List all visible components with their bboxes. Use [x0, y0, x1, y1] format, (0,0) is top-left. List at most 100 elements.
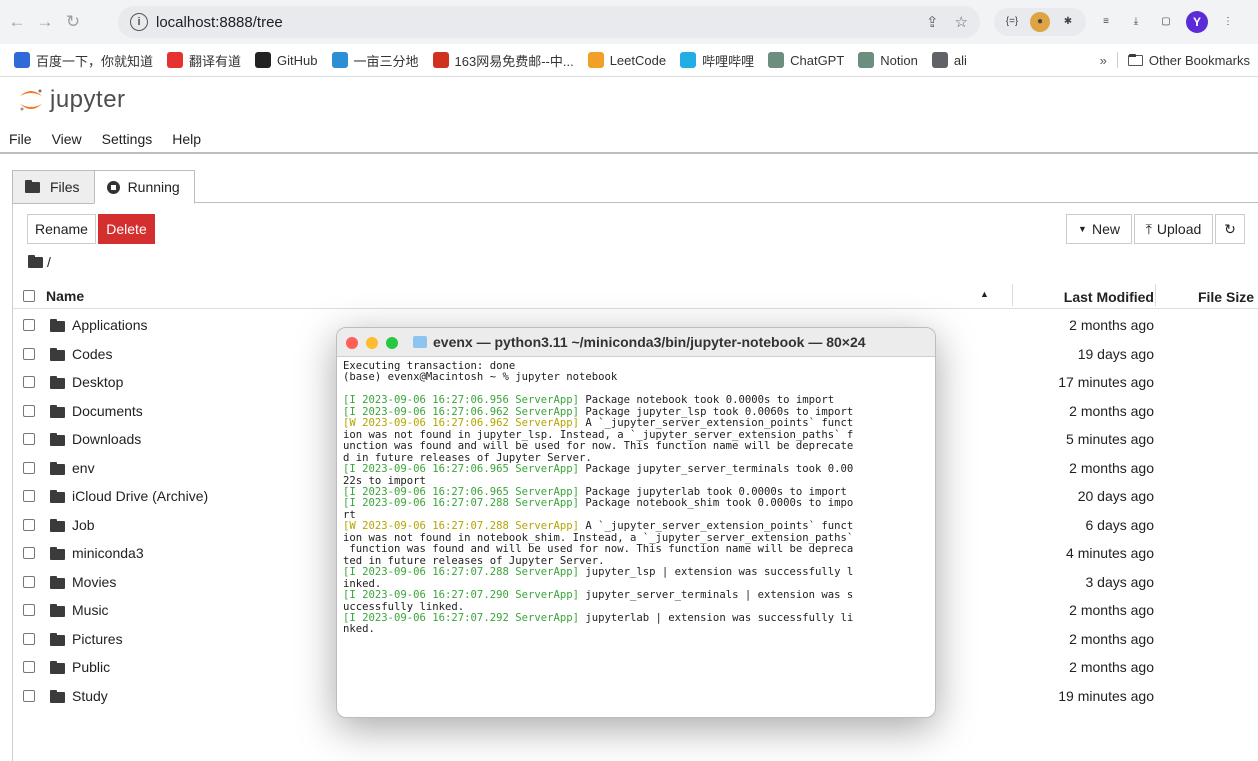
tab-files[interactable]: Files: [12, 170, 95, 204]
row-checkbox[interactable]: [23, 689, 35, 702]
row-checkbox[interactable]: [23, 347, 35, 360]
close-window-icon[interactable]: [346, 337, 358, 349]
share-icon[interactable]: ⇪: [926, 13, 939, 31]
log-prefix: [I 2023-09-06 16:27:07.288 ServerApp]: [343, 497, 579, 510]
file-name-link[interactable]: Applications: [72, 317, 148, 333]
delete-button[interactable]: Delete: [98, 214, 155, 244]
address-bar[interactable]: i localhost:8888/tree ⇪ ☆: [118, 6, 980, 38]
sort-ascending-icon[interactable]: ▲: [980, 289, 989, 299]
file-name-link[interactable]: miniconda3: [72, 545, 144, 561]
refresh-button[interactable]: ↻: [1215, 214, 1245, 244]
menu-file[interactable]: File: [9, 131, 32, 147]
download-icon[interactable]: ⤓: [1126, 12, 1146, 32]
column-file-size[interactable]: File Size: [1198, 289, 1254, 305]
column-last-modified[interactable]: Last Modified: [1064, 289, 1154, 305]
file-name-link[interactable]: iCloud Drive (Archive): [72, 488, 208, 504]
jupyter-logo[interactable]: jupyter: [18, 86, 126, 114]
file-name-link[interactable]: Public: [72, 659, 110, 675]
cookie-extension-icon[interactable]: ●: [1030, 12, 1050, 32]
home-folder-icon[interactable]: [28, 254, 43, 268]
back-icon[interactable]: ←: [6, 12, 28, 32]
folder-icon: [50, 547, 65, 560]
bookmark-label: LeetCode: [609, 52, 667, 68]
row-checkbox[interactable]: [23, 575, 35, 588]
file-name-link[interactable]: Study: [72, 688, 108, 704]
forward-icon[interactable]: →: [34, 12, 56, 32]
sidepanel-icon[interactable]: ▢: [1156, 12, 1176, 32]
last-modified: 4 minutes ago: [1066, 545, 1154, 561]
refresh-icon: ↻: [1224, 220, 1236, 237]
terminal-output[interactable]: Executing transaction: done (base) evenx@…: [337, 357, 935, 636]
row-checkbox[interactable]: [23, 490, 35, 502]
menu-help[interactable]: Help: [172, 131, 201, 147]
log-prefix: [I 2023-09-06 16:27:07.288 ServerApp]: [343, 566, 579, 579]
upload-button[interactable]: ⤒ Upload: [1134, 214, 1213, 244]
log-prefix: [I 2023-09-06 16:27:06.962 ServerApp]: [343, 405, 579, 418]
rename-button[interactable]: Rename: [27, 214, 96, 244]
baidu-icon: [14, 52, 30, 68]
select-all-checkbox[interactable]: [23, 290, 35, 302]
bookmark-label: 翻译有道: [189, 53, 242, 69]
caret-down-icon: ▼: [1078, 224, 1087, 234]
row-checkbox[interactable]: [23, 604, 35, 616]
minimize-window-icon[interactable]: [366, 337, 378, 349]
bookmark-item[interactable]: ali: [931, 52, 967, 68]
zoom-window-icon[interactable]: [386, 337, 398, 349]
log-text: jupyter_server_terminals | extension was…: [579, 589, 854, 602]
jupyter-logo-icon: [20, 89, 42, 111]
row-checkbox[interactable]: [23, 547, 35, 559]
terminal-title: evenx — python3.11 ~/miniconda3/bin/jupy…: [433, 334, 866, 350]
bookmark-item[interactable]: Notion: [858, 52, 918, 68]
row-checkbox[interactable]: [23, 518, 35, 531]
file-name-link[interactable]: Job: [72, 517, 95, 533]
file-name-link[interactable]: Pictures: [72, 631, 123, 647]
last-modified: 3 days ago: [1085, 573, 1155, 590]
menu-view[interactable]: View: [52, 131, 82, 147]
other-bookmarks[interactable]: Other Bookmarks: [1149, 53, 1250, 68]
bookmark-item[interactable]: 翻译有道: [167, 51, 241, 70]
json-extension-icon[interactable]: {=}: [1002, 12, 1022, 32]
terminal-titlebar[interactable]: evenx — python3.11 ~/miniconda3/bin/jupy…: [337, 328, 935, 357]
bookmark-item[interactable]: ChatGPT: [768, 52, 844, 68]
file-name-link[interactable]: Codes: [72, 346, 112, 362]
bookmark-star-icon[interactable]: ☆: [955, 13, 968, 31]
log-text: inked.: [343, 577, 382, 590]
terminal-window[interactable]: evenx — python3.11 ~/miniconda3/bin/jupy…: [336, 327, 936, 718]
new-dropdown-button[interactable]: ▼ New: [1066, 214, 1132, 244]
menu-settings[interactable]: Settings: [102, 131, 153, 147]
profile-avatar[interactable]: Y: [1186, 11, 1208, 33]
row-checkbox[interactable]: [23, 461, 35, 474]
reading-list-icon[interactable]: ≡: [1096, 12, 1116, 32]
bookmark-item[interactable]: 一亩三分地: [331, 51, 419, 70]
row-checkbox[interactable]: [23, 319, 35, 331]
last-modified: 2 months ago: [1069, 459, 1154, 476]
puzzle-extensions-icon[interactable]: ✱: [1058, 12, 1078, 32]
bookmark-item[interactable]: 百度一下，你就知道: [14, 51, 153, 70]
file-name-link[interactable]: Documents: [72, 403, 143, 419]
bookmark-item[interactable]: GitHub: [255, 52, 318, 68]
row-checkbox[interactable]: [23, 632, 35, 645]
row-checkbox[interactable]: [23, 404, 35, 417]
row-checkbox[interactable]: [23, 661, 35, 673]
row-checkbox[interactable]: [23, 433, 35, 445]
folder-icon: [50, 461, 65, 475]
more-bookmarks-chevron[interactable]: »: [1100, 53, 1107, 68]
column-name[interactable]: Name: [46, 288, 84, 304]
bookmark-item[interactable]: 163网易免费邮--中...: [432, 51, 574, 70]
breadcrumb-root[interactable]: /: [47, 254, 51, 270]
log-prefix: [W 2023-09-06 16:27:06.962 ServerApp]: [343, 417, 579, 430]
file-name-link[interactable]: Downloads: [72, 431, 141, 447]
log-prefix: [I 2023-09-06 16:27:07.292 ServerApp]: [343, 611, 579, 624]
browser-menu-icon[interactable]: ⋮: [1218, 12, 1238, 32]
file-name-link[interactable]: Music: [72, 602, 109, 618]
file-name-link[interactable]: Desktop: [72, 374, 123, 390]
last-modified: 2 months ago: [1069, 630, 1154, 647]
tab-running[interactable]: Running: [93, 170, 195, 204]
reload-icon[interactable]: ↻: [62, 12, 84, 32]
file-name-link[interactable]: Movies: [72, 574, 116, 590]
bookmark-item[interactable]: 哔哩哔哩: [680, 51, 754, 70]
site-info-icon[interactable]: i: [130, 13, 148, 31]
file-name-link[interactable]: env: [72, 460, 95, 476]
row-checkbox[interactable]: [23, 376, 35, 388]
bookmark-item[interactable]: LeetCode: [587, 52, 667, 68]
